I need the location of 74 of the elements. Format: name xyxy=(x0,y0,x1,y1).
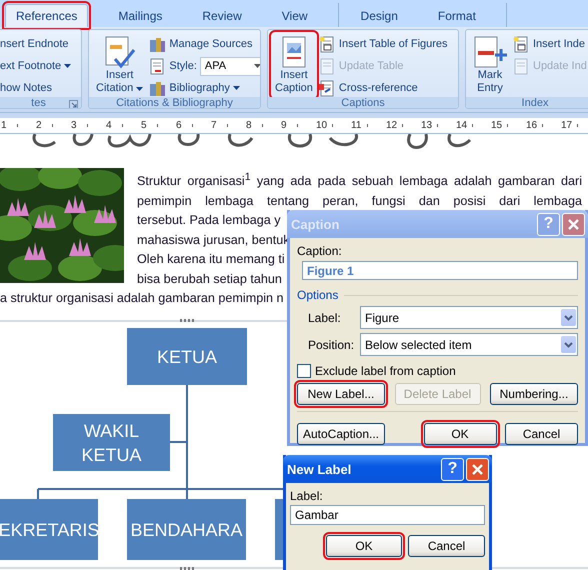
dialog-button[interactable]: AutoCaption... xyxy=(297,423,385,445)
books-icon xyxy=(149,80,166,96)
dialog-button[interactable]: Cancel xyxy=(408,535,485,557)
field-label: Caption: xyxy=(297,244,343,258)
ribbon-tab[interactable]: Format xyxy=(428,5,486,27)
ribbon-button[interactable]: Insert Table of Figures xyxy=(318,35,448,53)
ribbon-tab[interactable]: Review xyxy=(192,5,252,27)
close-button[interactable] xyxy=(466,458,489,480)
close-icon xyxy=(568,218,579,230)
close-icon xyxy=(472,464,483,474)
books-icon xyxy=(149,36,166,52)
ribbon-tab[interactable]: References xyxy=(5,4,88,27)
group-label: Captions xyxy=(341,97,385,108)
linked-documents-icon xyxy=(318,80,336,96)
style-select[interactable]: APA xyxy=(200,56,260,76)
dialog-button[interactable]: New Label... xyxy=(297,383,385,405)
field-label: Label: xyxy=(290,489,324,503)
ribbon-tab[interactable]: View xyxy=(272,5,318,27)
document-plus-icon xyxy=(473,35,507,69)
ruler: 1 2 3 4 5 6 7 8 9 10 11 12 13 14 15 16 17 xyxy=(0,118,588,134)
group-label: tes xyxy=(31,97,46,108)
faded-document-icon xyxy=(513,58,530,74)
org-chart-box: KETUA xyxy=(127,328,247,386)
ribbon-button[interactable]: how Notes xyxy=(0,79,72,97)
help-button[interactable]: ? xyxy=(441,458,464,480)
paragraph-line: mahasiswa jurusan, bentuk xyxy=(137,232,290,249)
paragraph-line: Struktur organisasi$^{1}$ yang ada pada sebuah lembaga adalah gambaran dari xyxy=(137,170,582,190)
ribbon-button[interactable]: nsert Endnote xyxy=(0,35,72,53)
chevron-down-icon xyxy=(564,342,573,348)
section-label: Options xyxy=(297,288,338,302)
field-label: Position: xyxy=(308,338,356,352)
ribbon-button[interactable]: Insert Inde xyxy=(513,35,587,53)
ribbon-tab[interactable]: Design xyxy=(350,5,408,27)
org-chart-box: BENDAHARA xyxy=(127,499,246,560)
group-label: Index xyxy=(522,97,548,108)
table-document-icon xyxy=(318,36,336,52)
style-document-icon xyxy=(149,58,166,74)
paragraph-line: Oleh karena itu memang ti xyxy=(137,251,285,268)
ribbon-large-button[interactable]: Insert Caption xyxy=(272,33,316,97)
group-label: Citations & Bibliography xyxy=(116,97,233,108)
document-check-icon xyxy=(102,35,137,69)
field-label: Label: xyxy=(308,310,342,324)
org-chart-box: WAKIL KETUA xyxy=(53,414,170,472)
paragraph-line: bisa berubah setiap tahun xyxy=(137,270,282,288)
checkbox[interactable] xyxy=(297,364,311,378)
dropdown-field[interactable]: Figure xyxy=(360,306,578,329)
dialog-title: New Label xyxy=(287,462,352,476)
paragraph-line: tersebut. Pada lembaga y xyxy=(137,212,281,230)
table-document-icon xyxy=(513,36,530,52)
style-label: Style: xyxy=(169,60,197,72)
picture-document-icon xyxy=(280,35,308,69)
ribbon-button[interactable]: Cross-reference xyxy=(318,79,448,97)
close-button[interactable] xyxy=(562,212,585,236)
ribbon-large-button[interactable]: Insert Citation xyxy=(93,33,146,97)
dialog-button[interactable]: OK xyxy=(326,535,402,557)
caption-field[interactable]: Figure 1 xyxy=(302,261,578,280)
ribbon-tab[interactable]: Mailings xyxy=(108,5,172,27)
paragraph-line: pemimpin lembaga tentang peran, fungsi dan posisi dari lembaga xyxy=(137,192,582,210)
ribbon-button[interactable]: Manage Sources xyxy=(149,35,260,53)
style-control[interactable]: Style: APA xyxy=(149,57,260,75)
dialog-button[interactable]: Numbering... xyxy=(490,383,578,405)
faded-document-icon xyxy=(318,58,336,74)
ribbon-button[interactable]: Bibliography xyxy=(149,79,260,97)
dialog-launcher-icon[interactable] xyxy=(69,100,78,108)
dialog-button[interactable]: Cancel xyxy=(505,423,578,445)
dropdown-field[interactable]: Below selected item xyxy=(360,333,578,356)
ribbon-button[interactable]: ext Footnote xyxy=(0,57,72,75)
label-field[interactable]: Gambar xyxy=(290,505,485,525)
org-chart-box: EKRETARIS xyxy=(0,499,98,560)
paragraph-line: a struktur organisasi adalah gambaran pemimpin n xyxy=(0,290,284,308)
checkbox-label: Exclude label from caption xyxy=(315,364,456,378)
dialog-title: Caption xyxy=(291,216,340,232)
ribbon-large-button[interactable]: Mark Entry xyxy=(470,33,510,97)
chevron-down-icon xyxy=(564,314,573,320)
